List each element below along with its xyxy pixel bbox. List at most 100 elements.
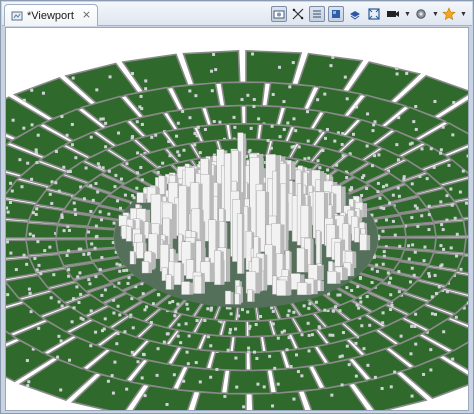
house <box>206 307 210 311</box>
house <box>6 210 10 214</box>
house <box>268 354 272 358</box>
house <box>385 218 389 222</box>
house <box>323 92 327 96</box>
house <box>450 203 454 207</box>
3d-viewport-canvas[interactable] <box>5 27 469 411</box>
house <box>113 185 117 189</box>
tower-side <box>252 290 255 302</box>
house <box>156 347 160 351</box>
wireframe-toggle-icon[interactable] <box>309 6 325 22</box>
star-bookmark-icon[interactable] <box>441 6 457 22</box>
bookmark-dropdown-icon[interactable]: ▼ <box>460 11 467 18</box>
tab-viewport[interactable]: *Viewport ⨯ <box>4 4 99 26</box>
house <box>88 282 92 286</box>
house <box>289 365 293 369</box>
house <box>89 135 93 139</box>
city-block <box>176 366 226 395</box>
house <box>209 375 213 379</box>
house <box>22 98 26 102</box>
house <box>149 320 153 324</box>
house <box>285 348 289 352</box>
house <box>115 262 119 266</box>
camera-dropdown-icon[interactable]: ▼ <box>404 11 411 18</box>
house <box>140 122 144 126</box>
house <box>101 166 105 170</box>
tower-side <box>321 264 324 281</box>
house <box>107 212 111 216</box>
house <box>77 300 81 304</box>
house <box>354 341 358 345</box>
house <box>37 326 41 330</box>
house <box>198 380 202 384</box>
house <box>423 245 427 249</box>
house <box>276 336 280 340</box>
selection-tool-icon[interactable] <box>290 6 306 22</box>
frame-all-icon[interactable] <box>366 6 382 22</box>
house <box>397 194 401 198</box>
layers-icon[interactable] <box>347 6 363 22</box>
house <box>445 194 449 198</box>
house <box>151 302 155 306</box>
house <box>57 300 61 304</box>
settings-dropdown-icon[interactable]: ▼ <box>432 11 439 18</box>
house <box>43 249 47 253</box>
house <box>355 105 359 109</box>
house <box>385 183 389 187</box>
house <box>362 347 366 351</box>
house <box>427 228 431 232</box>
house <box>162 340 166 344</box>
house <box>345 176 349 180</box>
house <box>307 306 311 310</box>
house <box>233 125 237 129</box>
house <box>429 368 433 372</box>
shaded-mode-icon[interactable] <box>328 6 344 22</box>
house <box>165 402 169 406</box>
tower <box>185 259 194 280</box>
tower <box>193 275 202 294</box>
house <box>203 318 207 322</box>
house <box>442 247 446 251</box>
house <box>95 88 99 92</box>
house <box>196 125 200 129</box>
house <box>49 296 53 300</box>
house <box>271 92 275 96</box>
camera-bookmark-icon[interactable] <box>385 6 401 22</box>
house <box>354 374 358 378</box>
house <box>226 348 230 352</box>
house <box>397 270 401 274</box>
settings-gear-icon[interactable] <box>413 6 429 22</box>
house <box>98 268 102 272</box>
house <box>95 234 99 238</box>
house <box>193 131 197 135</box>
house <box>306 110 310 114</box>
tower-side <box>226 248 231 282</box>
house <box>34 212 38 216</box>
house <box>399 334 403 338</box>
house <box>176 334 180 338</box>
house <box>368 323 372 327</box>
tower-side <box>151 252 155 270</box>
house <box>372 123 376 127</box>
house <box>52 273 56 277</box>
house <box>97 165 101 169</box>
house <box>379 206 383 210</box>
house <box>388 201 392 205</box>
house <box>60 213 64 217</box>
tower-side <box>348 224 352 254</box>
house <box>410 266 414 270</box>
camera-reset-icon[interactable] <box>271 6 287 22</box>
house <box>48 192 52 196</box>
tower-side <box>320 231 322 269</box>
house <box>445 218 449 222</box>
house <box>193 143 197 147</box>
tower <box>296 247 305 273</box>
tower <box>136 241 144 259</box>
close-icon[interactable]: ⨯ <box>82 10 91 21</box>
house <box>77 247 81 251</box>
house <box>345 286 349 290</box>
house <box>382 207 386 211</box>
house <box>215 367 219 371</box>
house <box>114 173 118 177</box>
house <box>348 188 352 192</box>
tower <box>315 230 321 269</box>
